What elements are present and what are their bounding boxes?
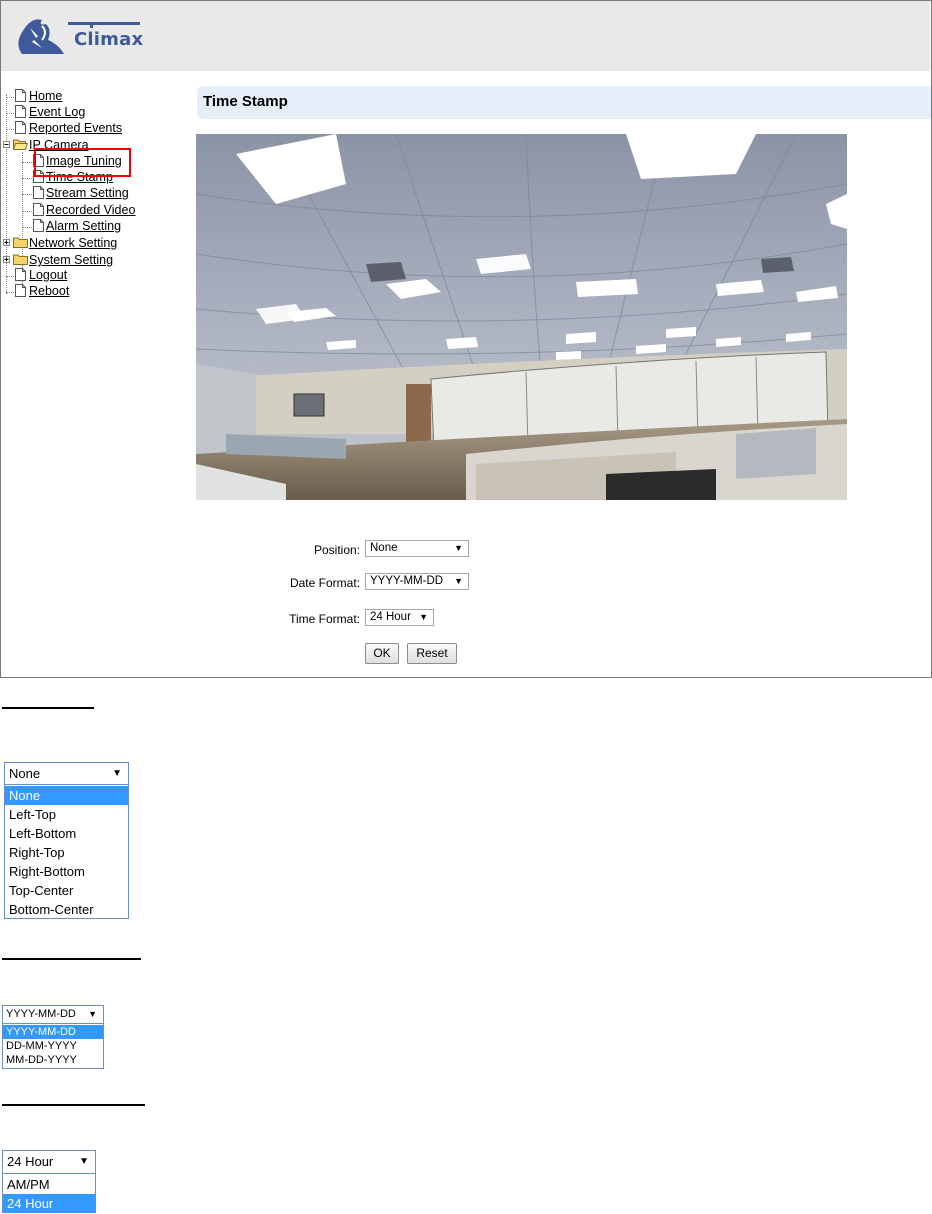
position-select-value: None — [370, 542, 398, 554]
nav-network-setting[interactable]: Network Setting — [29, 235, 117, 251]
position-option[interactable]: None — [5, 786, 128, 805]
position-option[interactable]: Top-Center — [5, 881, 128, 900]
position-option[interactable]: Left-Bottom — [5, 824, 128, 843]
date-option[interactable]: YYYY-MM-DD — [3, 1025, 103, 1039]
highlight-box — [34, 148, 131, 177]
date-option[interactable]: DD-MM-YYYY — [3, 1039, 103, 1053]
dropdown-arrow-icon: ▼ — [79, 1156, 89, 1167]
expand-icon[interactable] — [3, 256, 10, 263]
nav-reboot[interactable]: Reboot — [29, 283, 69, 299]
dropdown-arrow-icon: ▼ — [88, 1009, 97, 1019]
nav-recorded-video[interactable]: Recorded Video — [46, 202, 135, 218]
nav-alarm-setting[interactable]: Alarm Setting — [46, 218, 121, 234]
document-icon — [33, 203, 44, 216]
dropdown-arrow-icon: ▼ — [419, 612, 428, 622]
date-dropdown-selected: YYYY-MM-DD — [6, 1008, 76, 1020]
position-option[interactable]: Right-Top — [5, 843, 128, 862]
nav-home[interactable]: Home — [29, 88, 62, 104]
document-icon — [15, 284, 26, 297]
nav-reported-events[interactable]: Reported Events — [29, 120, 122, 136]
dropdown-arrow-icon: ▼ — [454, 543, 463, 553]
collapse-icon[interactable] — [3, 141, 10, 148]
position-label: Position: — [313, 543, 360, 557]
ok-button[interactable]: OK — [365, 643, 399, 664]
date-dropdown-expanded[interactable]: YYYY-MM-DD ▼ YYYY-MM-DD DD-MM-YYYY MM-DD… — [2, 1005, 104, 1069]
date-format-select[interactable]: YYYY-MM-DD ▼ — [365, 573, 469, 590]
date-format-select-value: YYYY-MM-DD — [370, 575, 444, 587]
position-dropdown-expanded[interactable]: None ▼ None Left-Top Left-Bottom Right-T… — [4, 762, 129, 919]
camera-preview — [196, 134, 847, 500]
date-format-label: Date Format: — [289, 576, 360, 590]
section-rule — [2, 958, 141, 960]
section-rule — [2, 707, 94, 709]
time-dropdown-expanded[interactable]: 24 Hour ▼ AM/PM 24 Hour — [2, 1150, 96, 1213]
time-option[interactable]: 24 Hour — [3, 1194, 95, 1213]
nav-logout[interactable]: Logout — [29, 267, 67, 283]
logo-text: Climax — [74, 29, 144, 50]
nav-system-setting[interactable]: System Setting — [29, 252, 113, 268]
title-bar — [197, 86, 931, 119]
document-icon — [15, 121, 26, 134]
folder-open-icon — [13, 139, 28, 150]
dropdown-arrow-icon: ▼ — [454, 576, 463, 586]
document-icon — [33, 219, 44, 232]
time-option[interactable]: AM/PM — [3, 1175, 95, 1194]
expand-icon[interactable] — [3, 239, 10, 246]
nav-event-log[interactable]: Event Log — [29, 104, 85, 120]
reset-button[interactable]: Reset — [407, 643, 457, 664]
document-icon — [15, 105, 26, 118]
time-format-label: Time Format: — [289, 612, 360, 626]
position-select[interactable]: None ▼ — [365, 540, 469, 557]
time-format-select[interactable]: 24 Hour ▼ — [365, 609, 434, 626]
dropdown-arrow-icon: ▼ — [112, 768, 122, 779]
folder-icon — [13, 237, 28, 248]
position-option[interactable]: Bottom-Center — [5, 900, 128, 919]
position-option[interactable]: Left-Top — [5, 805, 128, 824]
time-format-select-value: 24 Hour — [370, 611, 411, 623]
page-title: Time Stamp — [203, 93, 288, 110]
date-option[interactable]: MM-DD-YYYY — [3, 1053, 103, 1067]
time-dropdown-selected: 24 Hour — [7, 1154, 54, 1169]
position-option[interactable]: Right-Bottom — [5, 862, 128, 881]
position-dropdown-selected: None — [9, 766, 41, 781]
document-icon — [33, 186, 44, 199]
folder-icon — [13, 254, 28, 265]
section-rule — [2, 1104, 145, 1106]
document-icon — [15, 268, 26, 281]
document-icon — [15, 89, 26, 102]
nav-stream-setting[interactable]: Stream Setting — [46, 185, 129, 201]
